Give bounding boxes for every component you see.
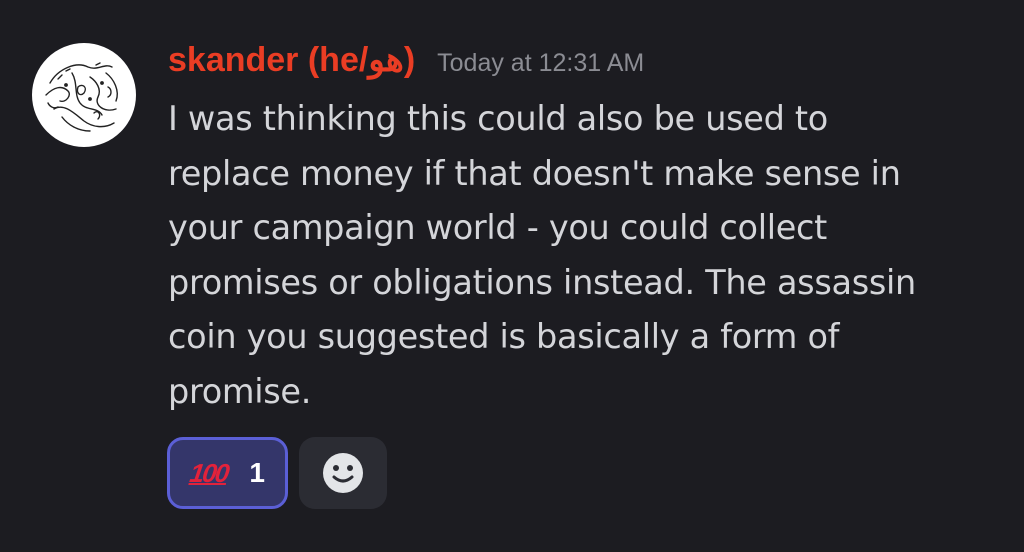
message-line: replace money if that doesn't make sense… [168, 153, 901, 193]
hundred-points-emoji-icon: 100 [187, 457, 230, 488]
calligraphy-avatar-icon [45, 62, 118, 132]
message-line: coin you suggested is basically a form o… [168, 317, 840, 356]
message-header: skander (he/هو) Today at 12:31 AM [168, 40, 644, 90]
smiley-face-icon [323, 453, 363, 493]
add-reaction-button[interactable] [299, 437, 387, 509]
reactions-bar: 100 1 [167, 437, 387, 509]
message-content: I was thinking this could also be used t… [168, 92, 988, 419]
user-avatar[interactable] [32, 43, 136, 147]
message-line: promise. [168, 371, 312, 411]
reaction-hundred-points[interactable]: 100 1 [167, 437, 288, 509]
author-name[interactable]: skander (he/هو) [168, 40, 415, 80]
message-line: your campaign world - you could collect [168, 208, 827, 247]
message-line: promises or obligations instead. The ass… [168, 262, 916, 302]
message-line: I was thinking this could also be used t… [168, 99, 828, 138]
message-timestamp: Today at 12:31 AM [437, 49, 645, 77]
chat-message: skander (he/هو) Today at 12:31 AM I was … [0, 0, 1024, 552]
reaction-count: 1 [249, 457, 265, 488]
